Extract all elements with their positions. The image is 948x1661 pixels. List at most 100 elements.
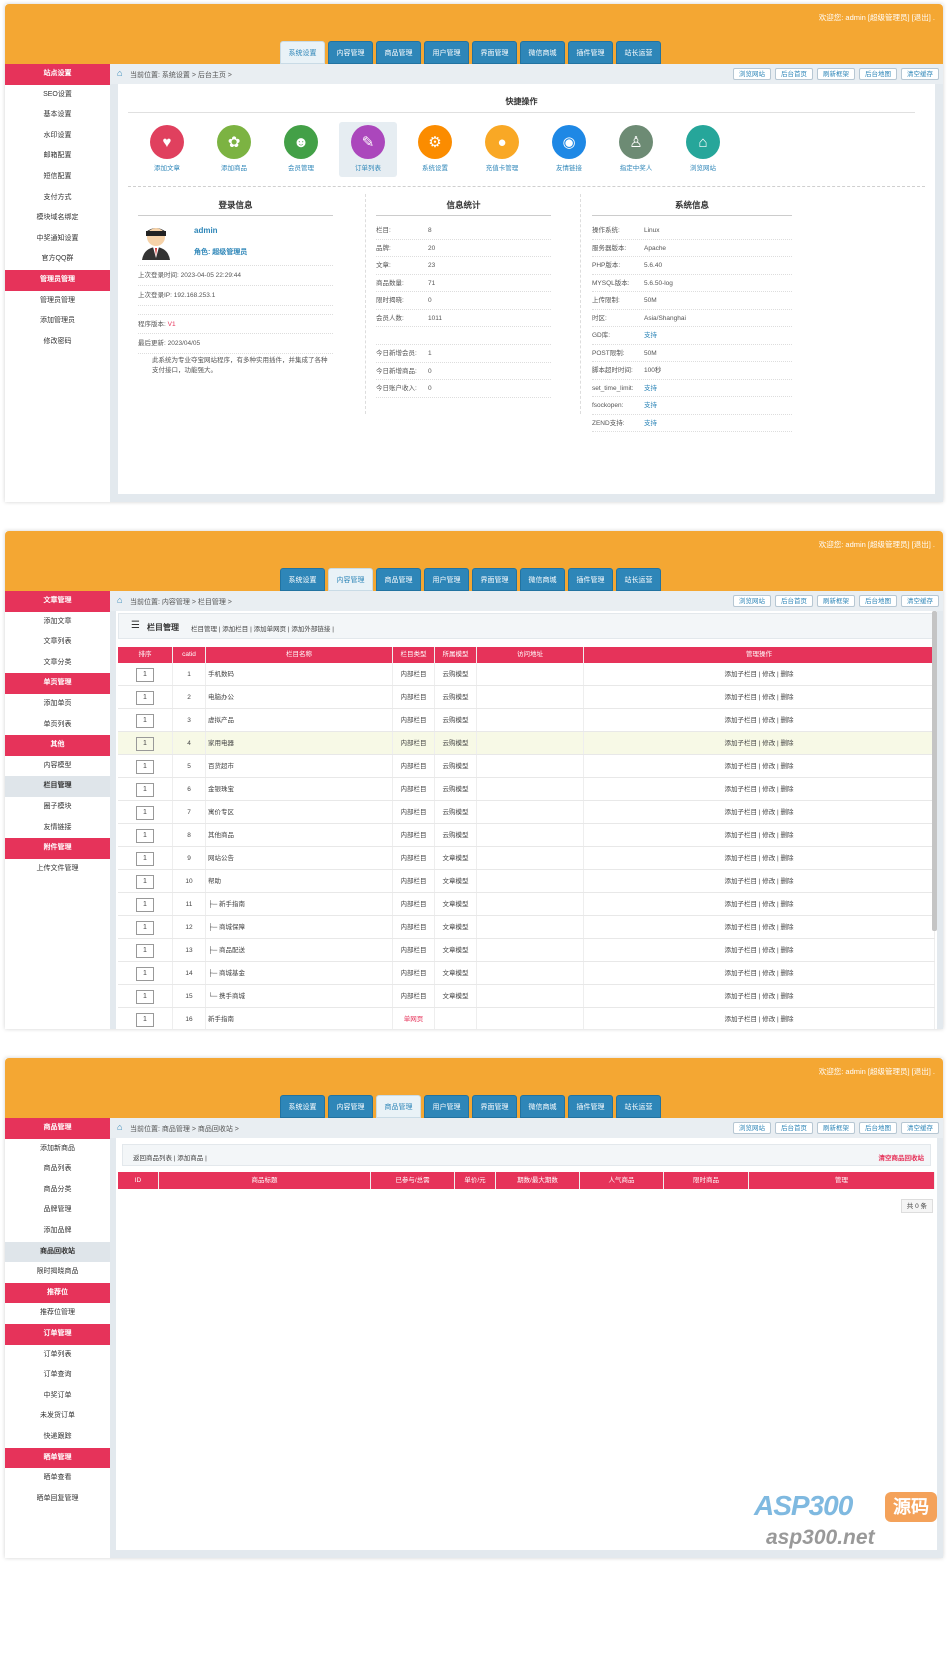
sidebar-item[interactable]: 推荐位管理 <box>5 1303 110 1324</box>
quick-action[interactable]: ⚙ 系统设置 <box>406 122 464 177</box>
tab-6[interactable]: 插件管理 <box>568 1095 613 1118</box>
sort-input[interactable]: 1 <box>136 737 154 751</box>
sidebar-item[interactable]: 限时揭晓商品 <box>5 1262 110 1283</box>
header-button[interactable]: 刷新框架 <box>817 1122 855 1134</box>
sidebar-item[interactable]: 添加文章 <box>5 612 110 633</box>
sort-input[interactable]: 1 <box>136 714 154 728</box>
info-value[interactable]: 支持 <box>644 380 657 398</box>
tab-0[interactable]: 系统设置 <box>280 41 325 64</box>
row-actions[interactable]: 添加子栏目 | 修改 | 删除 <box>584 663 935 685</box>
tab-5[interactable]: 微信商城 <box>520 568 565 591</box>
sidebar-item[interactable]: 修改密码 <box>5 332 110 353</box>
sidebar-item[interactable]: 友情链接 <box>5 818 110 839</box>
home-icon[interactable]: ⌂ <box>117 596 126 605</box>
quick-action[interactable]: ✿ 添加商品 <box>205 122 263 177</box>
tab-3[interactable]: 用户管理 <box>424 41 469 64</box>
quick-action[interactable]: ● 充值卡管理 <box>473 122 531 177</box>
sidebar-item[interactable]: 文章列表 <box>5 632 110 653</box>
sidebar-item[interactable]: 单页列表 <box>5 715 110 736</box>
header-button[interactable]: 后台首页 <box>775 1122 813 1134</box>
tab-4[interactable]: 界面管理 <box>472 41 517 64</box>
sidebar-item[interactable]: 模块域名绑定 <box>5 208 110 229</box>
sort-input[interactable]: 1 <box>136 921 154 935</box>
home-icon[interactable]: ⌂ <box>117 1123 126 1132</box>
header-button[interactable]: 后台地图 <box>859 595 897 607</box>
row-actions[interactable]: 添加子栏目 | 修改 | 删除 <box>584 755 935 777</box>
row-actions[interactable]: 添加子栏目 | 修改 | 删除 <box>584 1008 935 1029</box>
tab-7[interactable]: 站长运营 <box>616 568 661 591</box>
row-actions[interactable]: 添加子栏目 | 修改 | 删除 <box>584 893 935 915</box>
sidebar-item[interactable]: 中奖通知设置 <box>5 229 110 250</box>
row-actions[interactable]: 添加子栏目 | 修改 | 删除 <box>584 709 935 731</box>
quick-action[interactable]: ☻ 会员管理 <box>272 122 330 177</box>
header-button[interactable]: 浏览网站 <box>733 595 771 607</box>
info-value[interactable]: 支持 <box>644 415 657 433</box>
row-actions[interactable]: 添加子栏目 | 修改 | 删除 <box>584 778 935 800</box>
tab-3[interactable]: 用户管理 <box>424 568 469 591</box>
sort-input[interactable]: 1 <box>136 668 154 682</box>
toolbar-links[interactable]: 栏目管理 | 添加栏目 | 添加单网页 | 添加外部链接 | <box>191 623 334 633</box>
sort-input[interactable]: 1 <box>136 806 154 820</box>
sidebar-item[interactable]: 水印设置 <box>5 126 110 147</box>
quick-action[interactable]: ◉ 友情链接 <box>540 122 598 177</box>
row-actions[interactable]: 添加子栏目 | 修改 | 删除 <box>584 985 935 1007</box>
header-button[interactable]: 清空缓存 <box>901 595 939 607</box>
tab-4[interactable]: 界面管理 <box>472 568 517 591</box>
sort-input[interactable]: 1 <box>136 852 154 866</box>
sidebar-item[interactable]: 未发货订单 <box>5 1406 110 1427</box>
row-actions[interactable]: 添加子栏目 | 修改 | 删除 <box>584 732 935 754</box>
sidebar-item[interactable]: 内容模型 <box>5 756 110 777</box>
tab-5[interactable]: 微信商城 <box>520 1095 565 1118</box>
header-button[interactable]: 刷新框架 <box>817 68 855 80</box>
tab-4[interactable]: 界面管理 <box>472 1095 517 1118</box>
sidebar-item[interactable]: 文章分类 <box>5 653 110 674</box>
sidebar-item[interactable]: SEO设置 <box>5 85 110 106</box>
row-actions[interactable]: 添加子栏目 | 修改 | 删除 <box>584 824 935 846</box>
scrollbar[interactable] <box>932 611 937 931</box>
tab-2[interactable]: 商品管理 <box>376 41 421 64</box>
sidebar-item[interactable]: 添加品牌 <box>5 1221 110 1242</box>
tab-7[interactable]: 站长运营 <box>616 41 661 64</box>
header-button[interactable]: 后台首页 <box>775 68 813 80</box>
sidebar-item[interactable]: 中奖订单 <box>5 1386 110 1407</box>
tab-2[interactable]: 商品管理 <box>376 1095 421 1118</box>
header-button[interactable]: 刷新框架 <box>817 595 855 607</box>
sidebar-item[interactable]: 邮箱配置 <box>5 146 110 167</box>
tab-1[interactable]: 内容管理 <box>328 568 373 591</box>
sort-input[interactable]: 1 <box>136 967 154 981</box>
tab-2[interactable]: 商品管理 <box>376 568 421 591</box>
sort-input[interactable]: 1 <box>136 898 154 912</box>
sidebar-item[interactable]: 快递跟踪 <box>5 1427 110 1448</box>
tab-3[interactable]: 用户管理 <box>424 1095 469 1118</box>
sort-input[interactable]: 1 <box>136 691 154 705</box>
sidebar-item[interactable]: 添加新商品 <box>5 1139 110 1160</box>
sidebar-item[interactable]: 商品列表 <box>5 1159 110 1180</box>
row-actions[interactable]: 添加子栏目 | 修改 | 删除 <box>584 916 935 938</box>
row-actions[interactable]: 添加子栏目 | 修改 | 删除 <box>584 962 935 984</box>
sidebar-item[interactable]: 管理员管理 <box>5 291 110 312</box>
header-button[interactable]: 浏览网站 <box>733 68 771 80</box>
sidebar-item[interactable]: 上传文件管理 <box>5 859 110 880</box>
sidebar-item[interactable]: 订单查询 <box>5 1365 110 1386</box>
header-button[interactable]: 后台首页 <box>775 595 813 607</box>
row-actions[interactable]: 添加子栏目 | 修改 | 删除 <box>584 686 935 708</box>
sidebar-item[interactable]: 订单列表 <box>5 1345 110 1366</box>
sidebar-item[interactable]: 官方QQ群 <box>5 249 110 270</box>
row-actions[interactable]: 添加子栏目 | 修改 | 删除 <box>584 870 935 892</box>
header-button[interactable]: 清空缓存 <box>901 68 939 80</box>
info-value[interactable]: 支持 <box>644 327 657 345</box>
tab-5[interactable]: 微信商城 <box>520 41 565 64</box>
row-actions[interactable]: 添加子栏目 | 修改 | 删除 <box>584 939 935 961</box>
header-button[interactable]: 清空缓存 <box>901 1122 939 1134</box>
sidebar-item[interactable]: 商品回收站 <box>5 1241 110 1263</box>
quick-action[interactable]: ⌂ 浏览网站 <box>674 122 732 177</box>
quick-action[interactable]: ♙ 指定中奖人 <box>607 122 665 177</box>
sidebar-item[interactable]: 圈子模块 <box>5 797 110 818</box>
sidebar-item[interactable]: 基本设置 <box>5 105 110 126</box>
row-actions[interactable]: 添加子栏目 | 修改 | 删除 <box>584 801 935 823</box>
sidebar-item[interactable]: 支付方式 <box>5 188 110 209</box>
clear-recycle-link[interactable]: 清空商品回收站 <box>879 1152 925 1162</box>
sidebar-item[interactable]: 栏目管理 <box>5 776 110 797</box>
header-button[interactable]: 浏览网站 <box>733 1122 771 1134</box>
sort-input[interactable]: 1 <box>136 944 154 958</box>
